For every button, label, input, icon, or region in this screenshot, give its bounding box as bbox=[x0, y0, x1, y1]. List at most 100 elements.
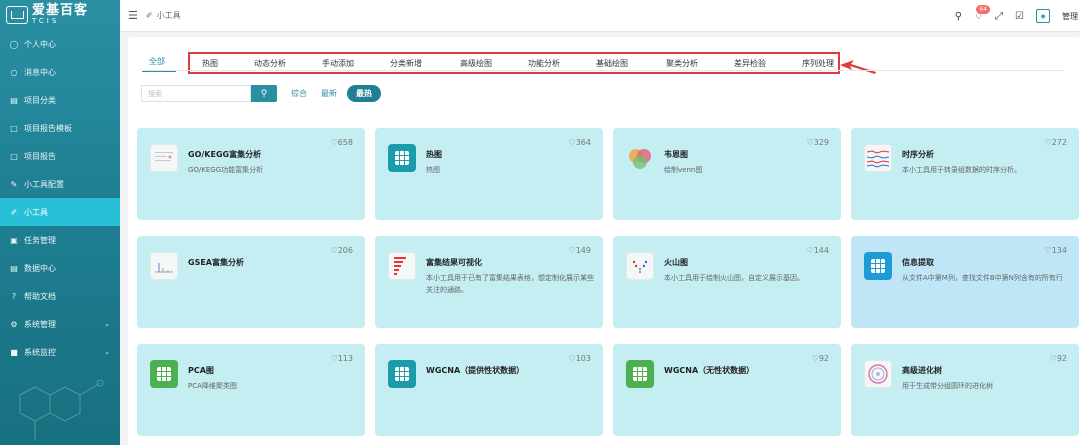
gear-icon: ⚙ bbox=[10, 319, 18, 329]
tool-thumbnail bbox=[150, 144, 178, 172]
tool-title: PCA图 bbox=[188, 366, 214, 375]
tab-advanced-plot[interactable]: 高级绘图 bbox=[460, 58, 492, 69]
tool-likes[interactable]: ♡658 bbox=[331, 138, 353, 147]
tool-likes[interactable]: ♡206 bbox=[331, 246, 353, 255]
tool-card[interactable]: 时序分析 本小工具用于转录组数据的时序分析。 ♡272 bbox=[851, 128, 1079, 220]
tool-card[interactable]: 高级进化树 用于生成带分组圆环的进化树 ♡92 bbox=[851, 344, 1079, 436]
tool-card[interactable]: PCA图 PCA降维聚类图 ♡113 bbox=[137, 344, 365, 436]
sort-hottest[interactable]: 最热 bbox=[347, 85, 381, 102]
tool-likes[interactable]: ♡272 bbox=[1045, 138, 1067, 147]
bell-icon[interactable]: ♢ 64 bbox=[974, 4, 991, 22]
tool-card[interactable]: WGCNA（提供性状数据） ♡103 bbox=[375, 344, 603, 436]
tab-cluster-analysis[interactable]: 聚类分析 bbox=[666, 58, 698, 69]
sidebar-item-label: 项目分类 bbox=[24, 95, 56, 105]
config-icon: ✎ bbox=[10, 179, 18, 189]
tool-likes[interactable]: ♡149 bbox=[569, 246, 591, 255]
search-button[interactable]: ⚲ bbox=[251, 85, 277, 102]
annotation-arrow bbox=[840, 60, 876, 74]
top-header: ☰ ✐ 小工具 ⚲ ♢ 64 ⤢ ☑ ◉ 管理 bbox=[120, 0, 1080, 32]
tool-description: PCA降维聚类图 bbox=[188, 382, 237, 390]
sidebar-item-label: 小工具配置 bbox=[24, 179, 64, 189]
sidebar-item-task-management[interactable]: ▣ 任务管理 bbox=[0, 226, 120, 254]
user-name[interactable]: 管理 bbox=[1062, 11, 1078, 22]
tool-card[interactable]: 热图 热图 ♡364 bbox=[375, 128, 603, 220]
sidebar-item-tool-config[interactable]: ✎ 小工具配置 bbox=[0, 170, 120, 198]
venn-icon bbox=[626, 144, 654, 172]
logo: 爱基百客 TCIS bbox=[0, 0, 120, 30]
tool-icon: ✐ bbox=[10, 207, 18, 217]
tool-card[interactable]: 韦恩图 绘制venn图 ♡329 bbox=[613, 128, 841, 220]
task-icon: ▣ bbox=[10, 235, 18, 245]
sidebar-nav: ◯ 个人中心 ○ 消息中心 ▤ 项目分类 □ 项目报告模板 □ 项目报告 ✎ 小工具配置 ✐… bbox=[0, 30, 120, 366]
tool-card[interactable]: 信息提取 从文件A中第M列，查找文件B中第N列含有的所有行 ♡134 bbox=[851, 236, 1079, 328]
search-input[interactable] bbox=[141, 85, 251, 102]
sidebar-item-personal-center[interactable]: ◯ 个人中心 bbox=[0, 30, 120, 58]
tool-title: WGCNA（无性状数据） bbox=[664, 366, 755, 375]
tab-basic-plot[interactable]: 基础绘图 bbox=[596, 58, 628, 69]
grid-icon bbox=[626, 360, 654, 388]
sort-comprehensive[interactable]: 综合 bbox=[291, 88, 307, 99]
breadcrumb-current: 小工具 bbox=[156, 11, 181, 20]
tool-thumbnail bbox=[626, 252, 654, 280]
tab-sequence-processing[interactable]: 序列处理 bbox=[802, 58, 834, 69]
tool-likes[interactable]: ♡92 bbox=[812, 354, 829, 363]
notification-badge: 64 bbox=[976, 4, 991, 14]
search-icon: ⚲ bbox=[260, 88, 268, 98]
report-icon: □ bbox=[10, 151, 18, 161]
tool-description: 热图 bbox=[426, 166, 440, 174]
sort-latest[interactable]: 最新 bbox=[321, 88, 337, 99]
lock-icon[interactable]: ☑ bbox=[1015, 11, 1024, 22]
sidebar-item-data-center[interactable]: ▤ 数据中心 bbox=[0, 254, 120, 282]
tool-description: 绘制venn图 bbox=[664, 166, 703, 174]
tab-dynamic-analysis[interactable]: 动态分析 bbox=[254, 58, 286, 69]
sidebar-item-tools[interactable]: ✐ 小工具 bbox=[0, 198, 120, 226]
tool-description: GO/KEGG功能富集分析 bbox=[188, 166, 264, 174]
tab-all[interactable]: 全部 bbox=[149, 56, 165, 67]
tool-title: 韦恩图 bbox=[664, 150, 688, 159]
tool-likes[interactable]: ♡134 bbox=[1045, 246, 1067, 255]
menu-toggle-icon[interactable]: ☰ bbox=[128, 9, 138, 22]
tool-title: WGCNA（提供性状数据） bbox=[426, 366, 525, 375]
tool-description: 用于生成带分组圆环的进化树 bbox=[902, 382, 993, 390]
grid-icon bbox=[150, 360, 178, 388]
tool-likes[interactable]: ♡144 bbox=[807, 246, 829, 255]
tab-category-add[interactable]: 分类新增 bbox=[390, 58, 422, 69]
tool-title: 火山图 bbox=[664, 258, 688, 267]
sidebar-item-label: 项目报告模板 bbox=[24, 123, 72, 133]
sidebar-item-label: 任务管理 bbox=[24, 235, 56, 245]
tool-card[interactable]: 富集结果可视化 本小工具用于已有了富集结果表格，想定制化展示某些关注的通路。 ♡… bbox=[375, 236, 603, 328]
search-icon[interactable]: ⚲ bbox=[955, 11, 962, 22]
help-icon: ? bbox=[11, 291, 17, 301]
sidebar-item-label: 数据中心 bbox=[24, 263, 56, 273]
sidebar-item-project-report[interactable]: □ 项目报告 bbox=[0, 142, 120, 170]
tool-card[interactable]: GO/KEGG富集分析 GO/KEGG功能富集分析 ♡658 bbox=[137, 128, 365, 220]
tool-description: 从文件A中第M列，查找文件B中第N列含有的所有行 bbox=[902, 274, 1063, 282]
tool-title: 时序分析 bbox=[902, 150, 934, 159]
logo-title: 爱基百客 bbox=[32, 3, 89, 18]
tool-title: 信息提取 bbox=[902, 258, 934, 267]
sidebar-item-label: 帮助文档 bbox=[24, 291, 56, 301]
tool-likes[interactable]: ♡103 bbox=[569, 354, 591, 363]
fullscreen-icon[interactable]: ⤢ bbox=[995, 11, 1003, 22]
tool-card[interactable]: WGCNA（无性状数据） ♡92 bbox=[613, 344, 841, 436]
tab-manual-add[interactable]: 手动添加 bbox=[322, 58, 354, 69]
tool-card[interactable]: GSEA富集分析 ♡206 bbox=[137, 236, 365, 328]
tab-heatmap[interactable]: 热图 bbox=[202, 58, 218, 69]
sidebar-item-project-category[interactable]: ▤ 项目分类 bbox=[0, 86, 120, 114]
tool-card[interactable]: 火山图 本小工具用于绘制火山图，自定义展示基因。 ♡144 bbox=[613, 236, 841, 328]
avatar[interactable]: ◉ bbox=[1036, 9, 1050, 23]
sidebar-item-help-docs[interactable]: ? 帮助文档 bbox=[0, 282, 120, 310]
tab-difference-test[interactable]: 差异检验 bbox=[734, 58, 766, 69]
tool-title: GO/KEGG富集分析 bbox=[188, 150, 262, 159]
tool-likes[interactable]: ♡92 bbox=[1050, 354, 1067, 363]
sidebar-item-report-template[interactable]: □ 项目报告模板 bbox=[0, 114, 120, 142]
tool-thumbnail bbox=[864, 144, 892, 172]
tab-function-analysis[interactable]: 功能分析 bbox=[528, 58, 560, 69]
sidebar-item-label: 消息中心 bbox=[24, 67, 56, 77]
sidebar-item-system-management[interactable]: ⚙ 系统管理 ⌄ bbox=[0, 310, 120, 338]
sidebar-item-message-center[interactable]: ○ 消息中心 bbox=[0, 58, 120, 86]
tool-thumbnail bbox=[864, 360, 892, 388]
tool-likes[interactable]: ♡329 bbox=[807, 138, 829, 147]
tool-likes[interactable]: ♡364 bbox=[569, 138, 591, 147]
tool-likes[interactable]: ♡113 bbox=[331, 354, 353, 363]
